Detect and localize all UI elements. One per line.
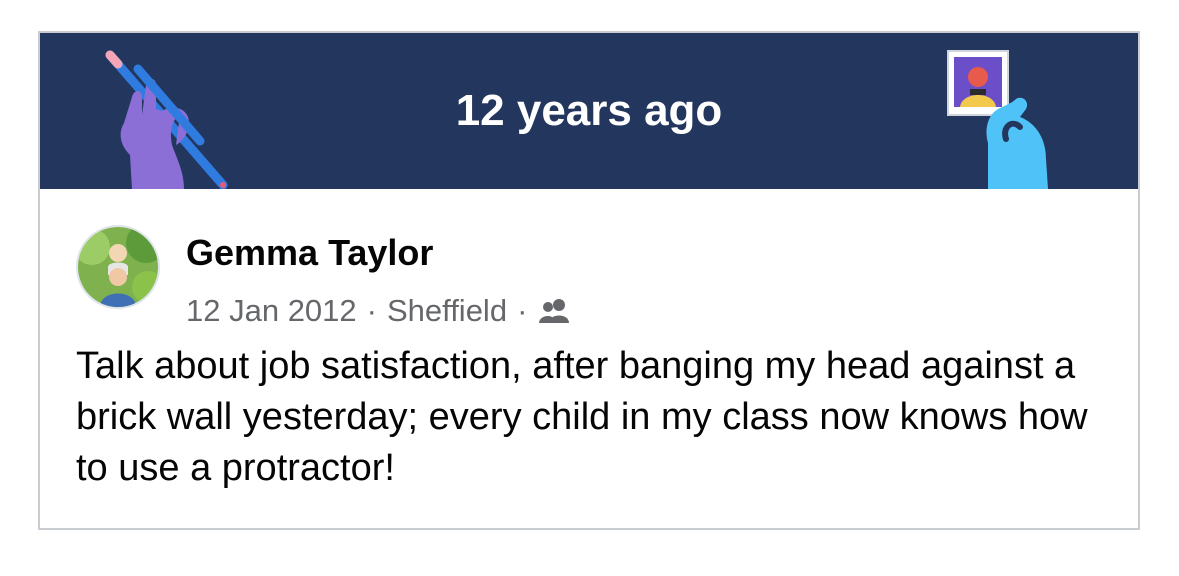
- friends-icon[interactable]: [539, 297, 571, 325]
- hand-with-photo-illustration: [947, 50, 1048, 189]
- post-text: Talk about job satisfaction, after bangi…: [76, 345, 1088, 489]
- meta-separator: ·: [517, 293, 528, 328]
- post-date[interactable]: 12 Jan 2012: [186, 291, 357, 331]
- meta-separator: ·: [366, 293, 377, 328]
- author-name[interactable]: Gemma Taylor: [186, 231, 433, 275]
- avatar-photo-icon: [78, 227, 158, 307]
- avatar[interactable]: [76, 225, 160, 309]
- memory-banner: 12 years ago: [40, 33, 1138, 189]
- post-meta: 12 Jan 2012 · Sheffield ·: [186, 291, 571, 331]
- memory-card: 12 years ago Gemma Taylor 12 Jan 2012 · …: [38, 31, 1140, 530]
- post-location[interactable]: Sheffield: [387, 291, 507, 331]
- post: Gemma Taylor 12 Jan 2012 · Sheffield · T…: [40, 189, 1138, 528]
